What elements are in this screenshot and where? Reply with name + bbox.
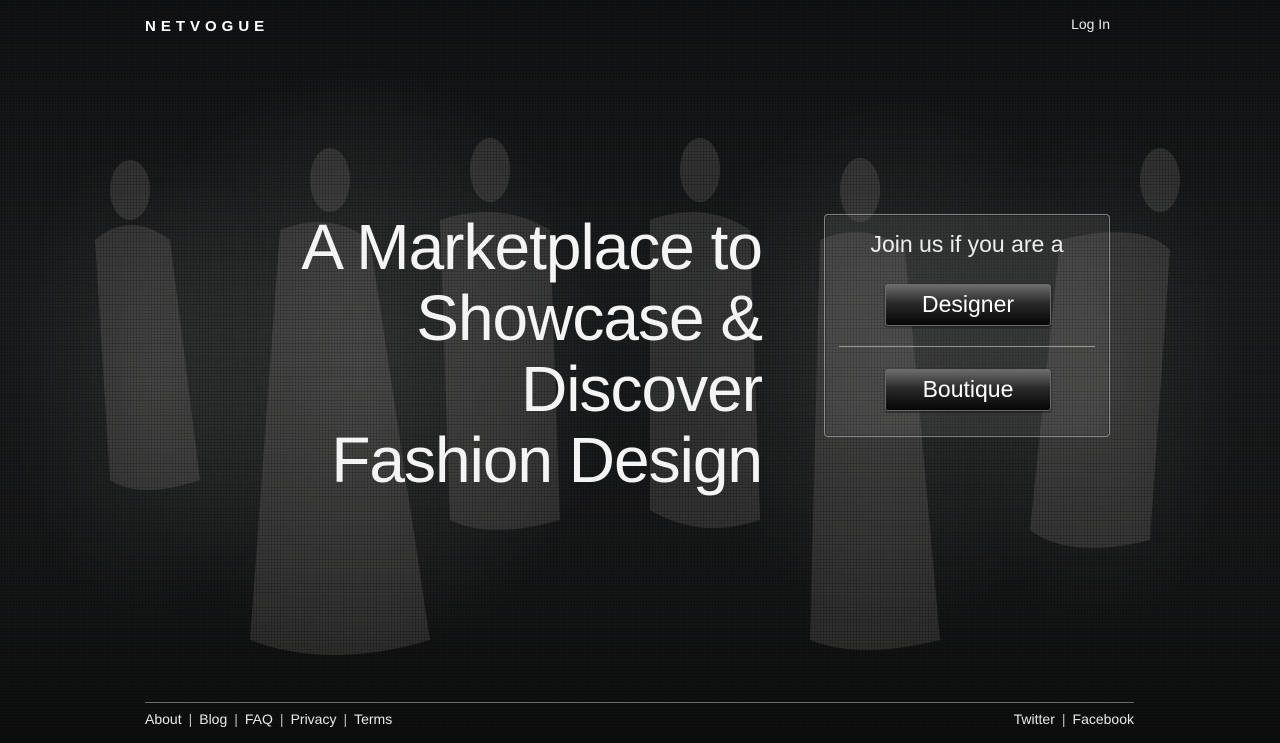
site-logo[interactable]: NETVOGUE — [145, 18, 269, 35]
footer-separator: | — [234, 711, 238, 727]
headline-line-3: Fashion Design — [331, 424, 763, 496]
footer-separator: | — [343, 711, 348, 727]
footer-link-facebook[interactable]: Facebook — [1073, 711, 1134, 727]
footer-separator: | — [1061, 711, 1066, 727]
headline-line-2: Showcase & Discover — [416, 282, 763, 425]
footer-link-faq[interactable]: FAQ — [245, 711, 273, 727]
hero-headline: A Marketplace to Showcase & Discover Fas… — [190, 211, 763, 496]
footer-separator: | — [188, 711, 193, 727]
footer-link-privacy[interactable]: Privacy — [291, 711, 337, 727]
footer-link-terms[interactable]: Terms — [354, 711, 392, 727]
designer-button[interactable]: Designer — [885, 284, 1051, 326]
headline-line-1: A Marketplace to — [301, 211, 763, 283]
footer-links-left: About | Blog | FAQ | Privacy | Terms — [145, 711, 392, 727]
join-divider — [839, 346, 1095, 347]
footer-link-about[interactable]: About — [145, 711, 182, 727]
footer-link-blog[interactable]: Blog — [199, 711, 227, 727]
footer-separator: | — [279, 711, 284, 727]
boutique-button[interactable]: Boutique — [885, 369, 1051, 411]
login-link[interactable]: Log In — [1071, 16, 1110, 32]
join-title: Join us if you are a — [870, 231, 1064, 257]
footer-divider — [145, 702, 1134, 703]
footer-links-right: Twitter | Facebook — [1014, 711, 1134, 727]
join-panel: Join us if you are a Designer Boutique — [824, 214, 1110, 437]
footer-link-twitter[interactable]: Twitter — [1014, 711, 1055, 727]
